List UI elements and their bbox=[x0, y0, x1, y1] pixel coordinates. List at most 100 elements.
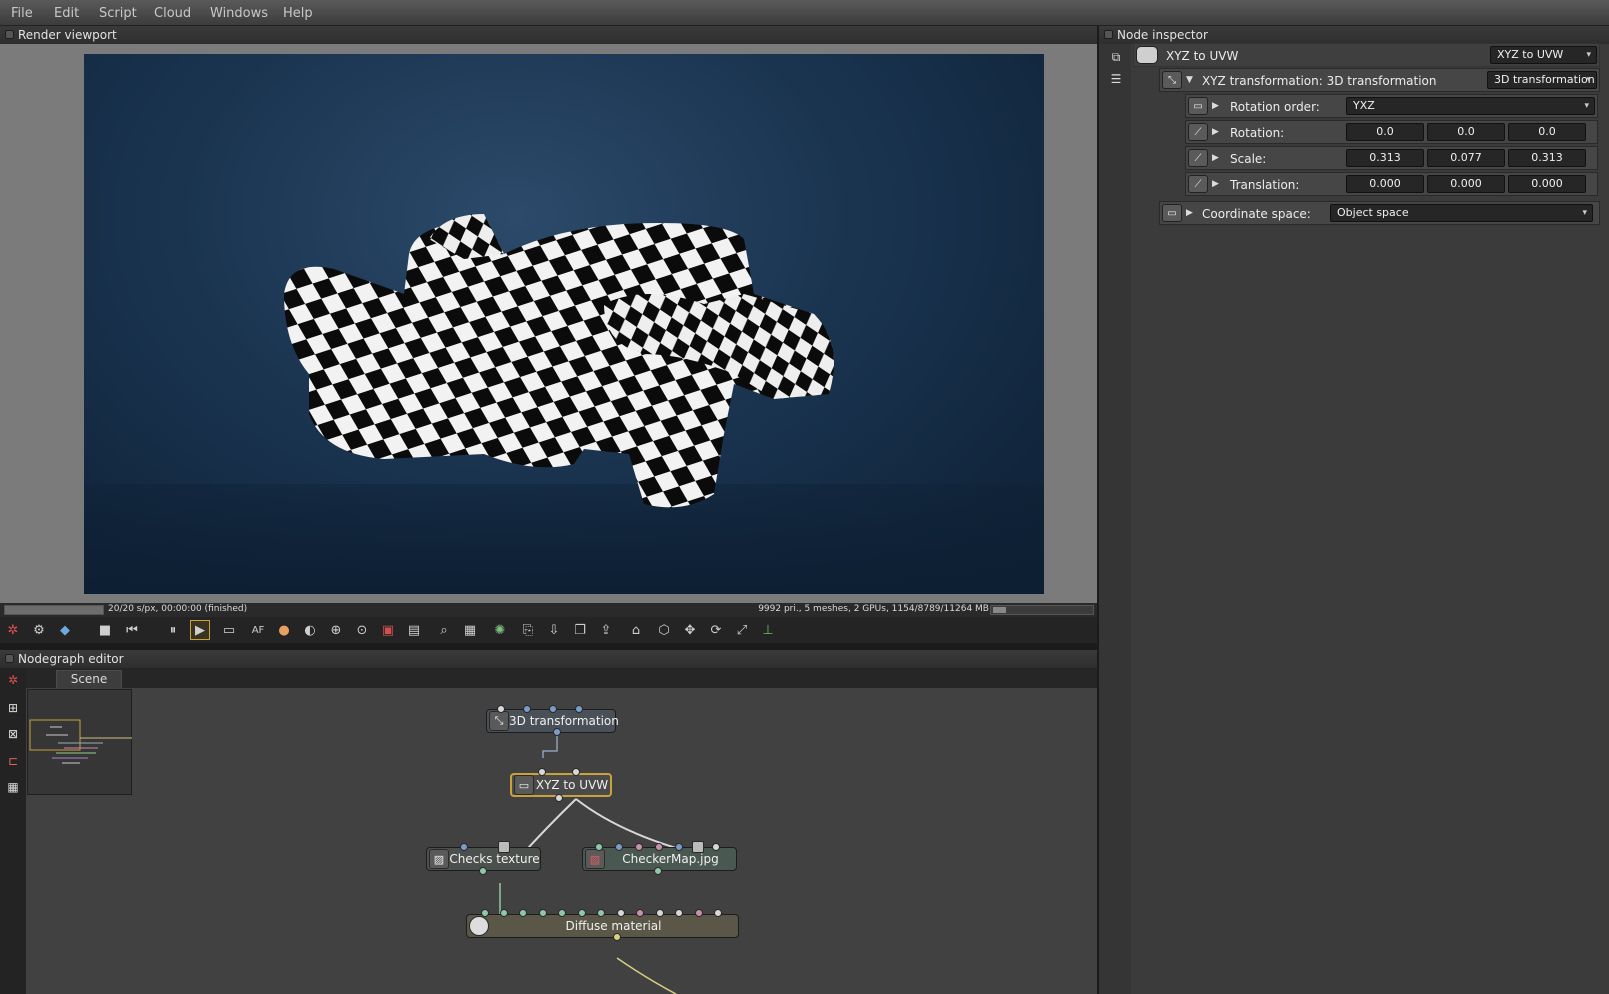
translation-z-input[interactable]: 0.000 bbox=[1508, 175, 1586, 193]
input-pin[interactable] bbox=[572, 768, 580, 776]
input-pin[interactable] bbox=[656, 909, 664, 917]
menu-cloud[interactable]: Cloud bbox=[154, 6, 191, 21]
rotation-order-dropdown[interactable]: YXZ ▾ bbox=[1346, 97, 1595, 115]
menu-edit[interactable]: Edit bbox=[54, 6, 79, 21]
scale-z-input[interactable]: 0.313 bbox=[1508, 149, 1586, 167]
input-pin[interactable] bbox=[655, 843, 663, 851]
output-pin[interactable] bbox=[553, 728, 561, 736]
input-pin[interactable] bbox=[549, 705, 557, 713]
curve-icon[interactable]: ⟋ bbox=[1188, 123, 1208, 141]
panel-toggle[interactable] bbox=[1104, 30, 1113, 39]
tab-scene[interactable]: Scene bbox=[56, 670, 122, 688]
expand-triangle-icon[interactable]: ▶ bbox=[1212, 127, 1219, 137]
panel-toggle[interactable] bbox=[5, 654, 14, 663]
nodegraph-minimap[interactable] bbox=[27, 689, 132, 795]
menu-script[interactable]: Script bbox=[99, 6, 137, 21]
pick-object-icon[interactable]: ▤ bbox=[404, 620, 424, 640]
af-icon[interactable]: AF bbox=[248, 620, 268, 640]
rotate-icon[interactable]: ⟳ bbox=[706, 620, 726, 640]
scale-y-input[interactable]: 0.077 bbox=[1427, 149, 1505, 167]
pick-white-icon[interactable]: ⊙ bbox=[352, 620, 372, 640]
collapse-all-icon[interactable]: ☰ bbox=[1107, 70, 1125, 88]
magnet-icon[interactable]: ⊏ bbox=[4, 752, 22, 770]
input-pin[interactable] bbox=[615, 843, 623, 851]
node-diffuse-material[interactable]: Diffuse material bbox=[466, 914, 739, 938]
region-icon[interactable]: ▦ bbox=[460, 620, 480, 640]
input-pin[interactable] bbox=[636, 909, 644, 917]
scale-x-input[interactable]: 0.313 bbox=[1346, 149, 1424, 167]
curve-icon[interactable]: ⟋ bbox=[1188, 149, 1208, 167]
enum-icon[interactable]: ▭ bbox=[1162, 204, 1182, 222]
translation-x-input[interactable]: 0.000 bbox=[1346, 175, 1424, 193]
collapse-triangle-icon[interactable]: ▼ bbox=[1186, 75, 1193, 85]
input-pin[interactable] bbox=[712, 843, 720, 851]
coordinate-space-dropdown[interactable]: Object space ▾ bbox=[1330, 204, 1593, 222]
axis-icon[interactable]: ⊥ bbox=[758, 620, 778, 640]
expand-triangle-icon[interactable]: ▶ bbox=[1212, 153, 1219, 163]
layers-icon[interactable]: ❐ bbox=[570, 620, 590, 640]
rotation-x-input[interactable]: 0.0 bbox=[1346, 123, 1424, 141]
input-pin[interactable] bbox=[558, 909, 566, 917]
rotation-z-input[interactable]: 0.0 bbox=[1508, 123, 1586, 141]
fullscreen-icon[interactable]: ⤢ bbox=[732, 620, 752, 640]
transformation-type-dropdown[interactable]: 3D transformation ▾ bbox=[1487, 71, 1597, 89]
rotation-y-input[interactable]: 0.0 bbox=[1427, 123, 1505, 141]
input-pin[interactable] bbox=[675, 843, 683, 851]
stop-icon[interactable]: ■ bbox=[95, 620, 115, 640]
panel-toggle[interactable] bbox=[5, 30, 14, 39]
rewind-icon[interactable]: ⏮ bbox=[122, 620, 142, 640]
input-pin[interactable] bbox=[617, 909, 625, 917]
input-pin[interactable] bbox=[675, 909, 683, 917]
input-pin[interactable] bbox=[500, 909, 508, 917]
pick-material-icon[interactable]: ▣ bbox=[378, 620, 398, 640]
copy-icon[interactable]: ⎘ bbox=[518, 620, 538, 640]
curve-icon[interactable]: ⟋ bbox=[1188, 175, 1208, 193]
input-pin[interactable] bbox=[595, 843, 603, 851]
enum-icon[interactable]: ▭ bbox=[1188, 97, 1208, 115]
input-pin[interactable] bbox=[714, 909, 722, 917]
arrange-nodes-icon[interactable]: ⊞ bbox=[4, 699, 22, 717]
input-pin[interactable] bbox=[523, 705, 531, 713]
output-pin[interactable] bbox=[555, 794, 563, 802]
color-wheel-icon[interactable]: ● bbox=[274, 620, 294, 640]
play-icon[interactable]: ▶ bbox=[190, 620, 210, 640]
settings-icon[interactable]: ⚙ bbox=[29, 620, 49, 640]
input-pin[interactable] bbox=[578, 909, 586, 917]
pause-icon[interactable]: ⏸ bbox=[163, 620, 183, 640]
lock-icon[interactable]: ⌂ bbox=[626, 620, 646, 640]
save-icon[interactable]: ⇩ bbox=[544, 620, 564, 640]
render-viewport[interactable] bbox=[0, 44, 1097, 603]
input-pin[interactable] bbox=[597, 909, 605, 917]
projection-pin[interactable] bbox=[692, 841, 704, 853]
input-pin[interactable] bbox=[497, 705, 505, 713]
node-color-swatch[interactable] bbox=[1136, 46, 1158, 64]
output-pin[interactable] bbox=[613, 933, 621, 941]
input-pin[interactable] bbox=[575, 705, 583, 713]
input-pin[interactable] bbox=[481, 909, 489, 917]
box-icon[interactable]: ⬡ bbox=[654, 620, 674, 640]
expand-triangle-icon[interactable]: ▶ bbox=[1186, 208, 1193, 218]
input-pin[interactable] bbox=[538, 768, 546, 776]
film-region-icon[interactable]: ✺ bbox=[490, 620, 510, 640]
node-xyz-to-uvw[interactable]: ▭ XYZ to UVW bbox=[510, 773, 612, 797]
export-icon[interactable]: ⇪ bbox=[596, 620, 616, 640]
output-pin[interactable] bbox=[479, 867, 487, 875]
projection-pin[interactable] bbox=[498, 841, 510, 853]
menu-windows[interactable]: Windows bbox=[210, 6, 268, 21]
expand-all-icon[interactable]: ⧉ bbox=[1107, 48, 1125, 66]
output-pin[interactable] bbox=[654, 867, 662, 875]
display-icon[interactable]: ▭ bbox=[219, 620, 239, 640]
collapse-nodes-icon[interactable]: ⊠ bbox=[4, 725, 22, 743]
menu-help[interactable]: Help bbox=[283, 6, 313, 21]
input-pin[interactable] bbox=[695, 909, 703, 917]
render-image[interactable] bbox=[84, 54, 1044, 594]
transform-icon[interactable]: ⤡ bbox=[1162, 71, 1182, 89]
input-pin[interactable] bbox=[635, 843, 643, 851]
octane-logo-icon[interactable]: ✲ bbox=[3, 620, 23, 640]
input-pin[interactable] bbox=[519, 909, 527, 917]
node-type-dropdown[interactable]: XYZ to UVW ▾ bbox=[1490, 46, 1597, 64]
input-pin[interactable] bbox=[539, 909, 547, 917]
zoom-region-icon[interactable]: ⌕ bbox=[434, 620, 454, 640]
cube-color-icon[interactable]: ◆ bbox=[55, 620, 75, 640]
expand-triangle-icon[interactable]: ▶ bbox=[1212, 101, 1219, 111]
